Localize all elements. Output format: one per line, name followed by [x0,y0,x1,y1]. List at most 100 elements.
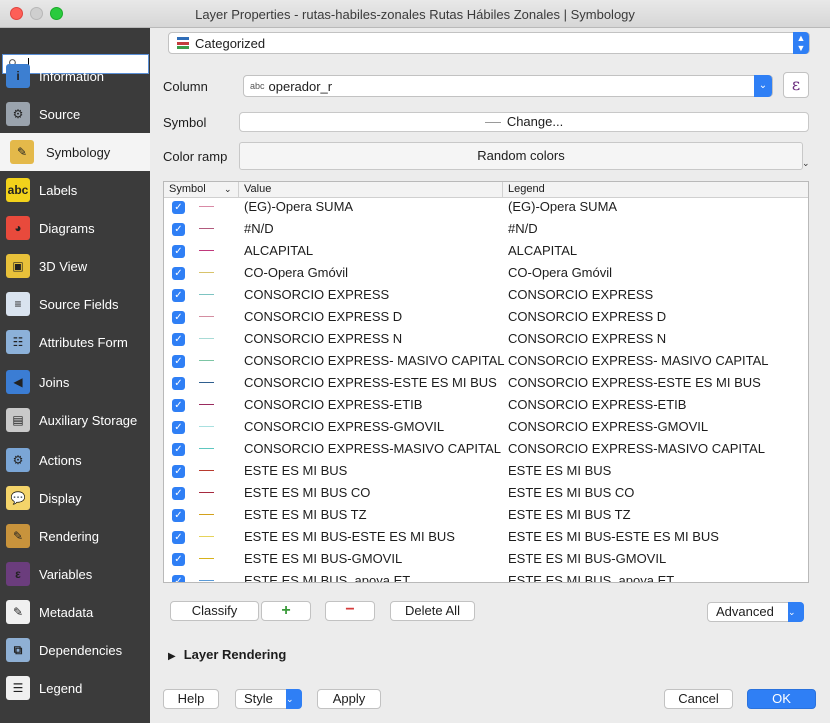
table-row[interactable]: ✓ CONSORCIO EXPRESS-GMOVIL CONSORCIO EXPRE… [164,416,808,438]
line-symbol-icon[interactable] [199,536,214,537]
expression-button[interactable]: ε [783,72,809,98]
table-row[interactable]: ✓ ESTE ES MI BUS TZ ESTE ES MI BUS TZ [164,504,808,526]
category-legend[interactable]: CONSORCIO EXPRESS [508,287,653,302]
sidebar-item-diagrams[interactable]: ◕ Diagrams [0,209,150,247]
line-symbol-icon[interactable] [199,294,214,295]
category-checkbox[interactable]: ✓ [172,531,185,544]
table-row[interactable]: ✓ CONSORCIO EXPRESS-ESTE ES MI BUS CONSORC… [164,372,808,394]
add-category-button[interactable]: + [261,601,311,621]
line-symbol-icon[interactable] [199,228,214,229]
sidebar-item-joins[interactable]: ◀ Joins [0,363,150,401]
category-legend[interactable]: CONSORCIO EXPRESS-GMOVIL [508,419,708,434]
category-legend[interactable]: ESTE ES MI BUS CO [508,485,634,500]
category-checkbox[interactable]: ✓ [172,223,185,236]
sidebar-item-source[interactable]: ⚙ Source [0,95,150,133]
table-row[interactable]: ✓ CONSORCIO EXPRESS- MASIVO CAPITAL CONSOR… [164,350,808,372]
sidebar-item-metadata[interactable]: ✎ Metadata [0,593,150,631]
remove-category-button[interactable]: − [325,601,375,621]
category-checkbox[interactable]: ✓ [172,443,185,456]
sidebar-item-3d-view[interactable]: ▣ 3D View [0,247,150,285]
category-legend[interactable]: CONSORCIO EXPRESS-ETIB [508,397,686,412]
color-ramp-dropdown-icon[interactable]: ⌄ [802,158,810,169]
table-row[interactable]: ✓ ESTE ES MI BUS ESTE ES MI BUS [164,460,808,482]
sidebar-item-source-fields[interactable]: ≡ Source Fields [0,285,150,323]
line-symbol-icon[interactable] [199,206,214,207]
table-row[interactable]: ✓ ESTE ES MI BUS-GMOVIL ESTE ES MI BUS-GMO… [164,548,808,570]
classify-button[interactable]: Classify [170,601,259,621]
style-button[interactable]: Style ⌄ [235,689,302,709]
line-symbol-icon[interactable] [199,448,214,449]
category-checkbox[interactable]: ✓ [172,333,185,346]
line-symbol-icon[interactable] [199,360,214,361]
table-row[interactable]: ✓ CONSORCIO EXPRESS N CONSORCIO EXPRESS N [164,328,808,350]
help-button[interactable]: Help [163,689,219,709]
category-legend[interactable]: (EG)-Opera SUMA [508,199,617,214]
table-row[interactable]: ✓ CO-Opera Gmóvil CO-Opera Gmóvil [164,262,808,284]
renderer-type-select[interactable]: Categorized ▲ ▼ [168,32,810,54]
change-symbol-button[interactable]: Change... [239,112,809,132]
table-row[interactable]: ✓ CONSORCIO EXPRESS D CONSORCIO EXPRESS D [164,306,808,328]
sidebar-item-display[interactable]: 💬 Display [0,479,150,517]
delete-all-button[interactable]: Delete All [390,601,475,621]
category-legend[interactable]: CONSORCIO EXPRESS D [508,309,666,324]
cancel-button[interactable]: Cancel [664,689,733,709]
category-checkbox[interactable]: ✓ [172,487,185,500]
line-symbol-icon[interactable] [199,316,214,317]
category-checkbox[interactable]: ✓ [172,311,185,324]
value-column-header[interactable]: Value [244,183,271,195]
sidebar-item-rendering[interactable]: ✎ Rendering [0,517,150,555]
sort-chevron-icon[interactable]: ⌄ [224,184,232,195]
category-checkbox[interactable]: ✓ [172,267,185,280]
layer-rendering-section[interactable]: ▶ Layer Rendering [168,647,286,662]
category-legend[interactable]: ESTE ES MI BUS TZ [508,507,631,522]
category-legend[interactable]: CO-Opera Gmóvil [508,265,612,280]
line-symbol-icon[interactable] [199,338,214,339]
line-symbol-icon[interactable] [199,580,214,581]
color-ramp-button[interactable]: Random colors [239,142,803,170]
category-legend[interactable]: #N/D [508,221,538,236]
category-legend[interactable]: CONSORCIO EXPRESS-ESTE ES MI BUS [508,375,761,390]
line-symbol-icon[interactable] [199,514,214,515]
apply-button[interactable]: Apply [317,689,381,709]
table-row[interactable]: ✓ CONSORCIO EXPRESS-MASIVO CAPITAL CONSORC… [164,438,808,460]
advanced-button[interactable]: Advanced ⌄ [707,602,804,622]
table-row[interactable]: ✓ ESTE ES MI BUS-ESTE ES MI BUS ESTE ES MI… [164,526,808,548]
category-checkbox[interactable]: ✓ [172,575,185,582]
line-symbol-icon[interactable] [199,382,214,383]
category-checkbox[interactable]: ✓ [172,355,185,368]
category-checkbox[interactable]: ✓ [172,201,185,214]
ok-button[interactable]: OK [747,689,816,709]
category-legend[interactable]: ESTE ES MI BUS-ESTE ES MI BUS [508,529,719,544]
sidebar-item-dependencies[interactable]: ⧉ Dependencies [0,631,150,669]
category-checkbox[interactable]: ✓ [172,465,185,478]
line-symbol-icon[interactable] [199,404,214,405]
category-legend[interactable]: CONSORCIO EXPRESS-MASIVO CAPITAL [508,441,765,456]
category-checkbox[interactable]: ✓ [172,245,185,258]
table-row[interactable]: ✓ ESTE ES MI BUS_apoya ET ESTE ES MI BUS_a… [164,570,808,582]
line-symbol-icon[interactable] [199,470,214,471]
table-row[interactable]: ✓ (EG)-Opera SUMA (EG)-Opera SUMA [164,196,808,218]
category-checkbox[interactable]: ✓ [172,553,185,566]
sidebar-item-actions[interactable]: ⚙ Actions [0,441,150,479]
category-checkbox[interactable]: ✓ [172,289,185,302]
line-symbol-icon[interactable] [199,492,214,493]
category-checkbox[interactable]: ✓ [172,399,185,412]
category-legend[interactable]: ESTE ES MI BUS [508,463,611,478]
line-symbol-icon[interactable] [199,426,214,427]
category-legend[interactable]: ALCAPITAL [508,243,577,258]
category-checkbox[interactable]: ✓ [172,377,185,390]
category-checkbox[interactable]: ✓ [172,421,185,434]
sidebar-item-symbology[interactable]: ✎ Symbology [0,133,150,171]
category-legend[interactable]: CONSORCIO EXPRESS- MASIVO CAPITAL [508,353,769,368]
category-legend[interactable]: CONSORCIO EXPRESS N [508,331,666,346]
sidebar-item-auxiliary-storage[interactable]: ▤ Auxiliary Storage [0,401,150,439]
table-row[interactable]: ✓ CONSORCIO EXPRESS-ETIB CONSORCIO EXPRESS… [164,394,808,416]
legend-column-header[interactable]: Legend [508,183,545,195]
sidebar-item-variables[interactable]: ε Variables [0,555,150,593]
sidebar-item-legend[interactable]: ☰ Legend [0,669,150,707]
sidebar-item-attributes-form[interactable]: ☷ Attributes Form [0,323,150,361]
column-select[interactable]: abc operador_r ⌄ [243,75,773,97]
symbol-column-header[interactable]: Symbol [169,183,206,195]
category-checkbox[interactable]: ✓ [172,509,185,522]
category-legend[interactable]: ESTE ES MI BUS-GMOVIL [508,551,666,566]
